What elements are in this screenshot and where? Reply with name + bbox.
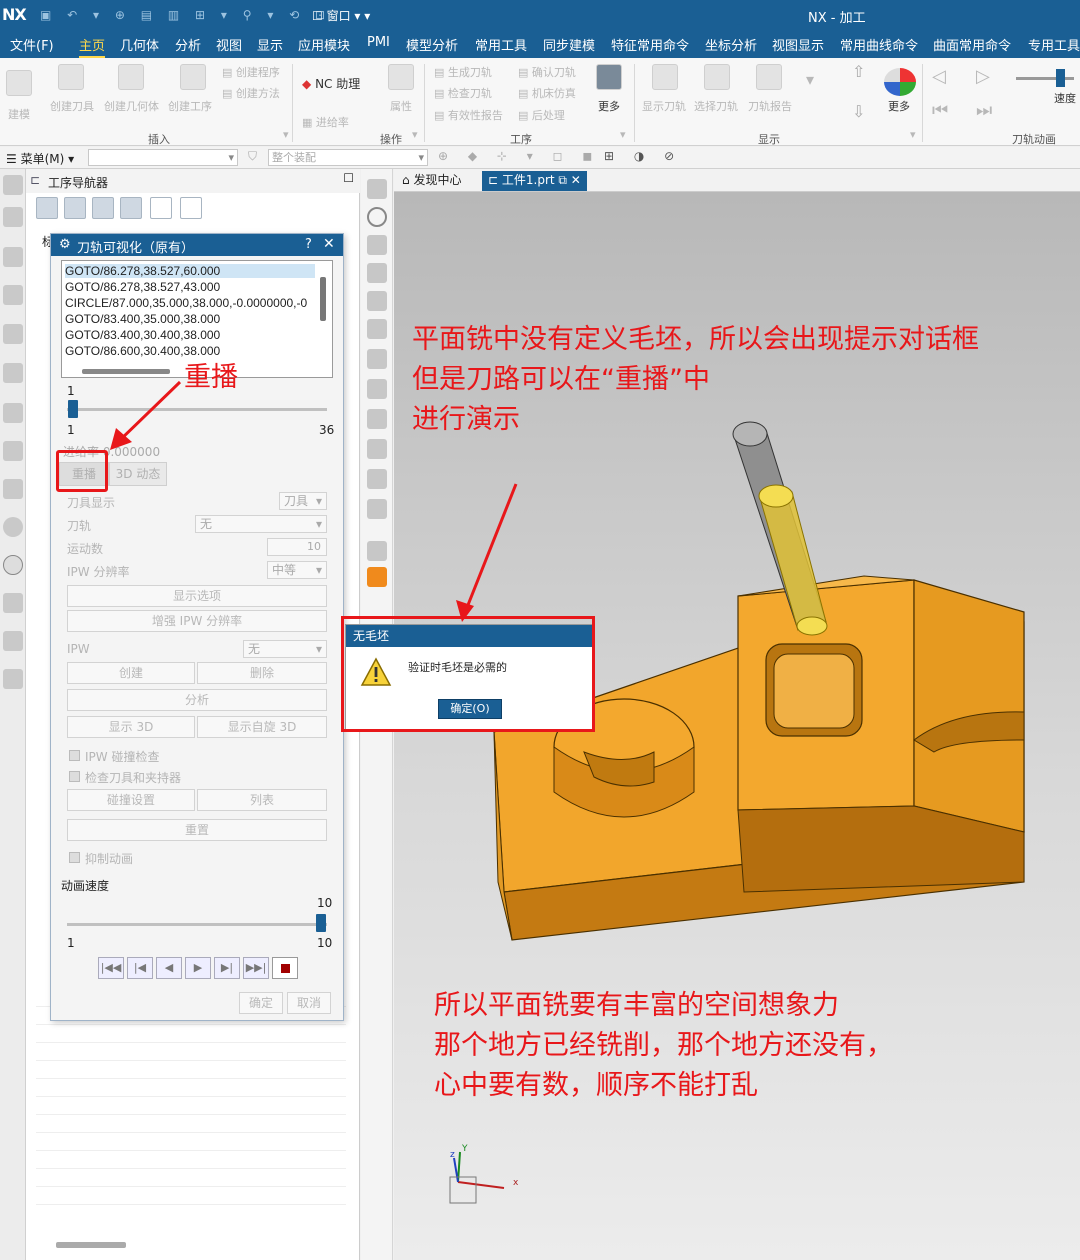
replay-highlight bbox=[56, 450, 108, 492]
annotation-replay-label: 重播 bbox=[184, 362, 238, 393]
annotation-note-1: 平面铣中没有定义毛坯，所以会出现提示对话框 但是刀路可以在“重播”中 进行演示 bbox=[412, 324, 979, 435]
annotation-note-2: 所以平面铣要有丰富的空间想象力 那个地方已经铣削，那个地方还没有， 心中要有数，… bbox=[434, 990, 893, 1101]
annotation-arrow-replay bbox=[116, 380, 182, 444]
message-highlight bbox=[341, 616, 595, 732]
